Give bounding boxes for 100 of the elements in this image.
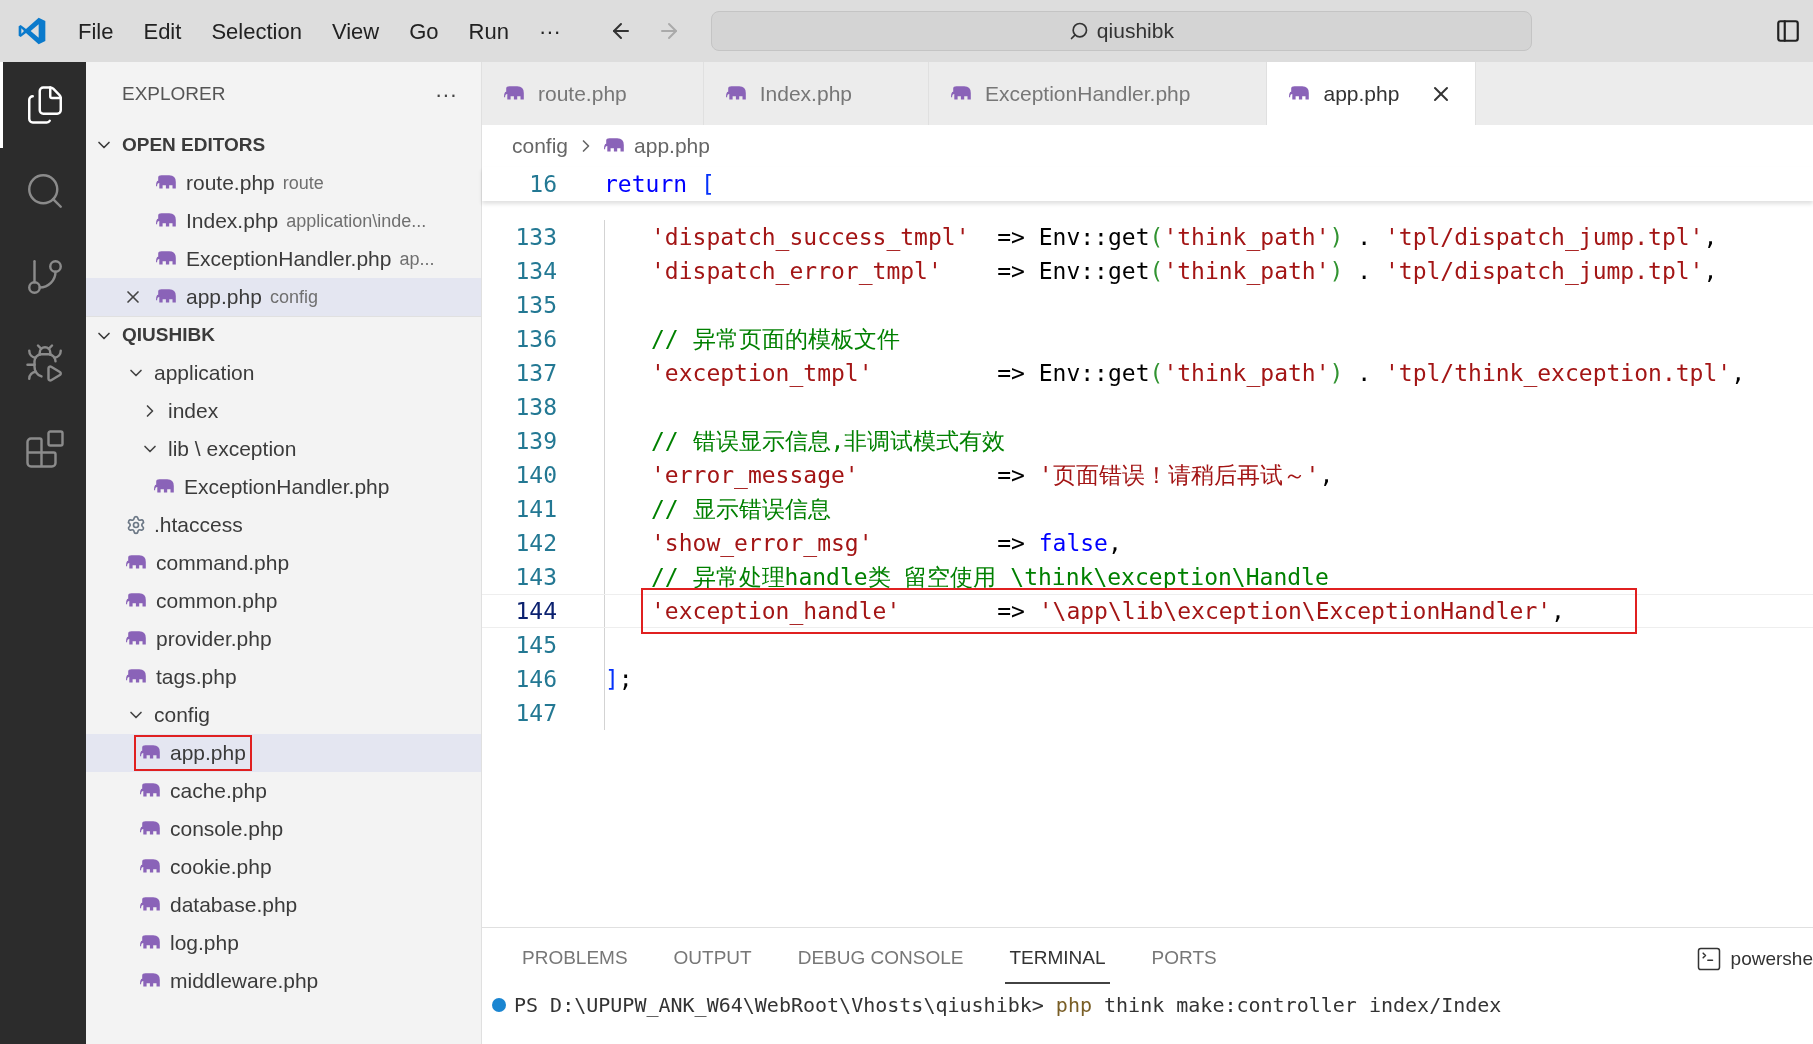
menu-item[interactable]: Selection xyxy=(211,14,302,48)
line-number: 144 xyxy=(514,596,557,626)
elephant-icon xyxy=(725,84,748,103)
open-editor-item[interactable]: app.php config xyxy=(86,278,481,316)
menu-item[interactable]: File xyxy=(78,14,114,48)
panel-tab[interactable]: TERMINAL xyxy=(1005,933,1110,985)
breadcrumb-item[interactable]: app.php xyxy=(634,130,710,162)
menu-item[interactable]: Go xyxy=(409,14,439,48)
line-number: 143 xyxy=(514,562,557,592)
file-path: ap... xyxy=(399,247,435,271)
code-line: // 错误显示信息,非调试模式有效 xyxy=(651,428,1006,454)
section-header[interactable]: OPEN EDITORS xyxy=(86,126,481,164)
tree-item[interactable]: .htaccess xyxy=(86,506,481,544)
line-number: 136 xyxy=(514,324,557,354)
code-line: return [ xyxy=(604,169,715,199)
tree-item[interactable]: cache.php xyxy=(86,772,481,810)
elephant-icon xyxy=(604,137,627,155)
elephant-icon xyxy=(140,820,162,838)
editor-tab[interactable]: app.php xyxy=(1267,62,1477,125)
line-number: 16 xyxy=(528,169,557,199)
open-editor-item[interactable]: route.php route xyxy=(86,164,481,202)
code-line: // 异常页面的模板文件 xyxy=(651,326,900,352)
file-name: log.php xyxy=(170,930,239,957)
line-number: 147 xyxy=(514,698,557,728)
elephant-icon xyxy=(126,554,148,572)
tree-item[interactable]: cookie.php xyxy=(86,848,481,886)
file-name: index xyxy=(168,398,219,425)
tree-item[interactable]: lib \ exception xyxy=(86,430,481,468)
code-line: 'exception_tmpl' => Env::get('think_path') . 'tpl/think_exception.tpl', xyxy=(651,360,1745,386)
elephant-icon xyxy=(140,782,162,800)
file-name: command.php xyxy=(156,550,290,577)
tree-item[interactable]: app.php xyxy=(86,734,481,772)
line-number: 134 xyxy=(514,256,557,286)
menu-item[interactable]: Run xyxy=(468,14,509,48)
elephant-icon xyxy=(126,592,148,610)
tree-item[interactable]: tags.php xyxy=(86,658,481,696)
panel-tab[interactable]: DEBUG CONSOLE xyxy=(793,933,968,985)
shell-name[interactable]: powershe xyxy=(1730,944,1813,974)
panel-tab[interactable]: OUTPUT xyxy=(669,933,756,985)
tree-item[interactable]: index xyxy=(86,392,481,430)
tree-item[interactable]: config xyxy=(86,696,481,734)
section-header[interactable]: QIUSHIBK xyxy=(86,316,481,354)
file-name: common.php xyxy=(156,588,278,615)
panel-tab[interactable]: PROBLEMS xyxy=(518,933,632,985)
file-name: console.php xyxy=(170,816,284,843)
tree-item[interactable]: command.php xyxy=(86,544,481,582)
tree-item[interactable]: log.php xyxy=(86,924,481,962)
panel-tab[interactable]: PORTS xyxy=(1147,933,1221,985)
tree-item[interactable]: middleware.php xyxy=(86,962,481,1000)
elephant-icon xyxy=(156,212,178,230)
file-name: app.php xyxy=(170,740,246,767)
tree-item[interactable]: common.php xyxy=(86,582,481,620)
elephant-icon xyxy=(140,934,162,952)
search-icon xyxy=(1068,21,1089,41)
tree-item[interactable]: ExceptionHandler.php xyxy=(86,468,481,506)
code-line: 'dispatch_error_tmpl' => Env::get('think_path') . 'tpl/dispatch_jump.tpl', xyxy=(651,258,1718,284)
code-line: ]; xyxy=(605,666,633,692)
menu-item[interactable]: Edit xyxy=(143,14,182,48)
file-name: ExceptionHandler.php xyxy=(186,246,392,273)
open-editor-item[interactable]: Index.php application\inde... xyxy=(86,202,481,240)
tree-item[interactable]: database.php xyxy=(86,886,481,924)
tree-item[interactable]: application xyxy=(86,354,481,392)
line-number: 133 xyxy=(514,222,557,252)
file-name: .htaccess xyxy=(154,512,243,539)
file-name: route.php xyxy=(186,170,275,197)
elephant-icon xyxy=(140,972,162,990)
menu-item[interactable]: ··· xyxy=(538,14,561,48)
code-line: // 异常处理handle类 留空使用 \think\exception\Handle xyxy=(651,564,1329,590)
elephant-icon xyxy=(951,84,973,103)
code-line: // 显示错误信息 xyxy=(651,496,831,522)
tree-item[interactable]: provider.php xyxy=(86,620,481,658)
menu-item[interactable]: View xyxy=(331,14,380,48)
line-number: 137 xyxy=(514,358,557,388)
breadcrumb-item[interactable]: config xyxy=(512,130,569,162)
elephant-icon xyxy=(140,744,162,762)
elephant-icon xyxy=(126,668,148,686)
elephant-icon xyxy=(140,896,162,914)
elephant-icon xyxy=(1289,84,1312,103)
line-number: 140 xyxy=(514,460,557,490)
open-editor-item[interactable]: ExceptionHandler.php ap... xyxy=(86,240,481,278)
layout-toggle-icon[interactable] xyxy=(1775,18,1801,44)
file-path: config xyxy=(269,285,318,309)
line-number: 141 xyxy=(514,494,557,524)
sidebar-title: EXPLORER xyxy=(122,81,226,106)
file-name: app.php xyxy=(186,284,262,311)
app-logo-icon xyxy=(16,15,48,47)
elephant-icon xyxy=(126,630,148,648)
elephant-icon xyxy=(504,84,526,103)
file-name: cookie.php xyxy=(170,854,272,881)
tree-item[interactable]: console.php xyxy=(86,810,481,848)
line-number: 135 xyxy=(514,290,557,320)
code-line: 'show_error_msg' => false, xyxy=(651,530,1122,556)
blocks-icon xyxy=(23,428,66,470)
elephant-icon xyxy=(156,174,178,192)
line-number: 138 xyxy=(514,392,557,422)
elephant-icon xyxy=(154,478,176,496)
more-actions[interactable]: ··· xyxy=(435,77,457,111)
search-field[interactable]: qiushibk xyxy=(710,11,1532,51)
file-name: config xyxy=(154,702,211,729)
line-number: 142 xyxy=(514,528,557,558)
